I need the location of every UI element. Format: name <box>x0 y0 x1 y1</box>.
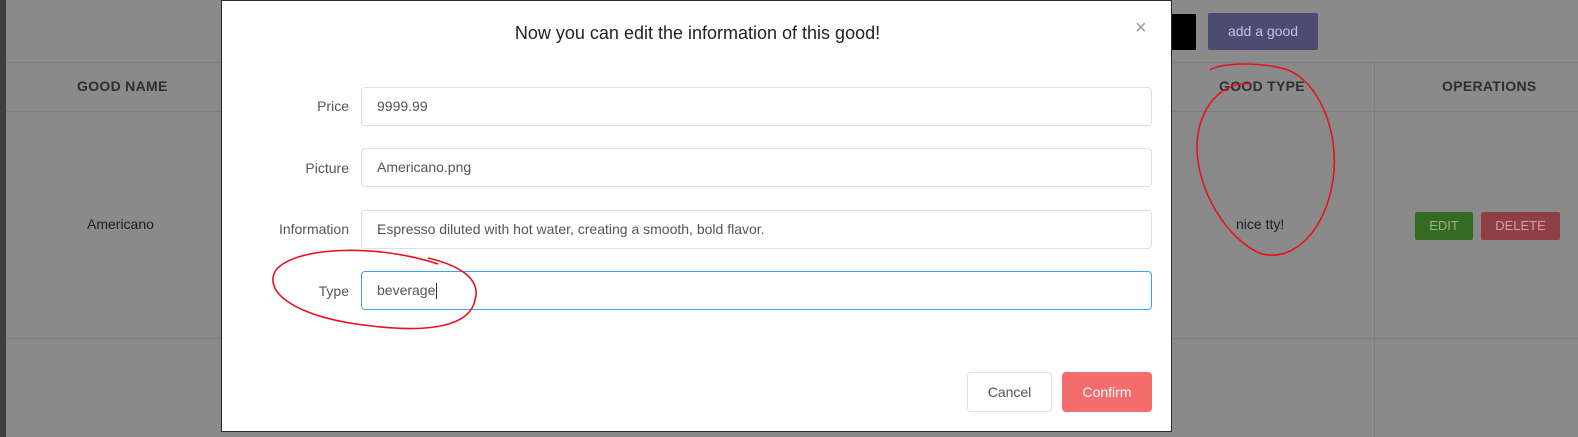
type-input[interactable]: beverage <box>361 271 1152 310</box>
edit-button[interactable]: EDIT <box>1415 212 1473 240</box>
table-column-divider <box>1374 62 1375 437</box>
close-icon[interactable]: × <box>1135 18 1147 38</box>
add-good-button[interactable]: add a good <box>1208 13 1318 50</box>
column-header-good-name: GOOD NAME <box>77 78 168 94</box>
price-label: Price <box>317 98 349 114</box>
information-label: Information <box>278 221 349 237</box>
text-caret <box>436 283 438 300</box>
type-label: Type <box>318 283 349 299</box>
column-header-operations: OPERATIONS <box>1442 78 1537 94</box>
type-input-value: beverage <box>377 282 436 298</box>
picture-label: Picture <box>305 160 349 176</box>
column-header-good-type: GOOD TYPE <box>1219 78 1305 94</box>
price-input[interactable]: 9999.99 <box>361 87 1152 126</box>
picture-input[interactable]: Americano.png <box>361 148 1152 187</box>
cell-good-name: Americano <box>87 216 154 232</box>
edit-good-dialog: Now you can edit the information of this… <box>221 0 1172 432</box>
cell-good-type: nice tty! <box>1236 216 1285 232</box>
confirm-button[interactable]: Confirm <box>1062 372 1152 412</box>
cancel-button[interactable]: Cancel <box>967 372 1052 412</box>
delete-button[interactable]: DELETE <box>1481 212 1560 240</box>
dialog-title: Now you can edit the information of this… <box>514 23 881 43</box>
information-input[interactable]: Espresso diluted with hot water, creatin… <box>361 210 1152 249</box>
